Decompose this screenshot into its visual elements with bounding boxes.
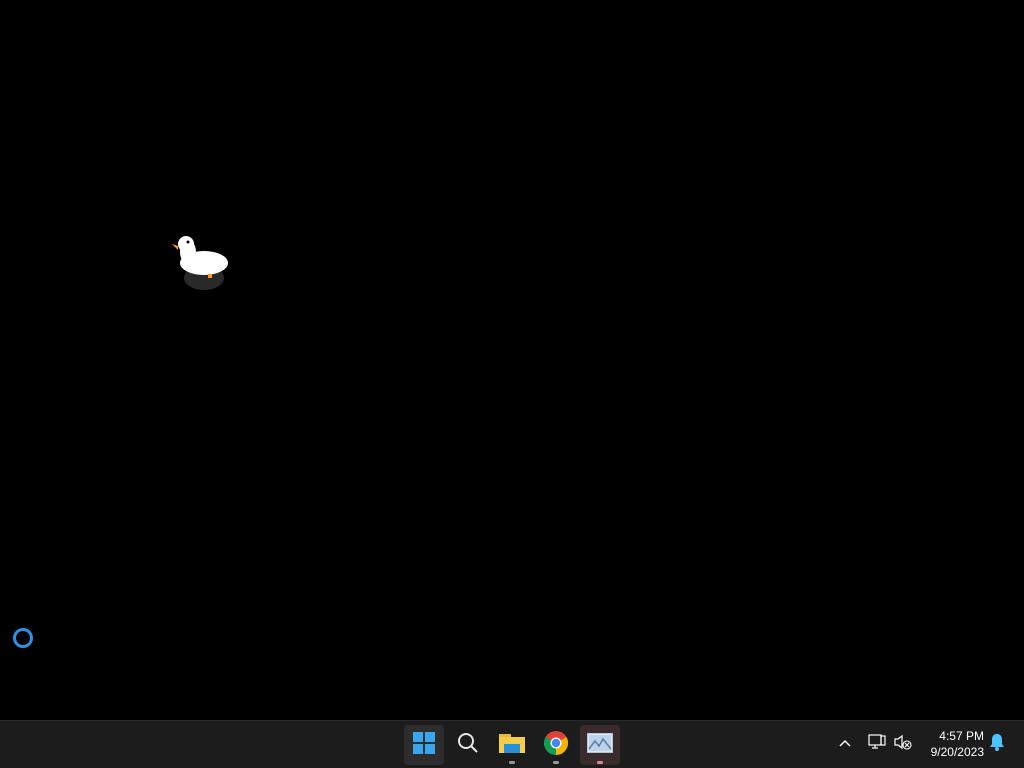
image-viewer-icon <box>586 732 614 758</box>
goose-icon[interactable] <box>168 230 234 296</box>
chrome-icon <box>543 730 569 760</box>
network-icon <box>868 733 886 755</box>
file-explorer-button[interactable] <box>492 725 532 765</box>
clock-date: 9/20/2023 <box>930 745 984 759</box>
windows-logo-icon <box>413 731 435 759</box>
chevron-up-icon <box>838 735 852 753</box>
start-button[interactable] <box>404 725 444 765</box>
running-indicator <box>553 761 559 764</box>
search-icon <box>457 732 479 759</box>
network-button[interactable] <box>866 732 888 756</box>
tray-overflow-button[interactable] <box>834 732 856 756</box>
search-button[interactable] <box>448 725 488 765</box>
clock-time: 4:57 PM <box>939 729 984 743</box>
bell-icon <box>989 733 1005 756</box>
folder-icon <box>499 732 525 759</box>
notification-button[interactable] <box>986 732 1008 756</box>
volume-button[interactable] <box>892 732 914 756</box>
volume-muted-icon <box>894 734 912 755</box>
busy-ring-icon <box>13 628 33 648</box>
taskbar-clock[interactable]: 4:57 PM 9/20/2023 <box>918 726 984 764</box>
running-indicator <box>509 761 515 764</box>
chrome-button[interactable] <box>536 725 576 765</box>
app-button[interactable] <box>580 725 620 765</box>
running-indicator <box>597 761 603 764</box>
desktop <box>0 0 1024 720</box>
